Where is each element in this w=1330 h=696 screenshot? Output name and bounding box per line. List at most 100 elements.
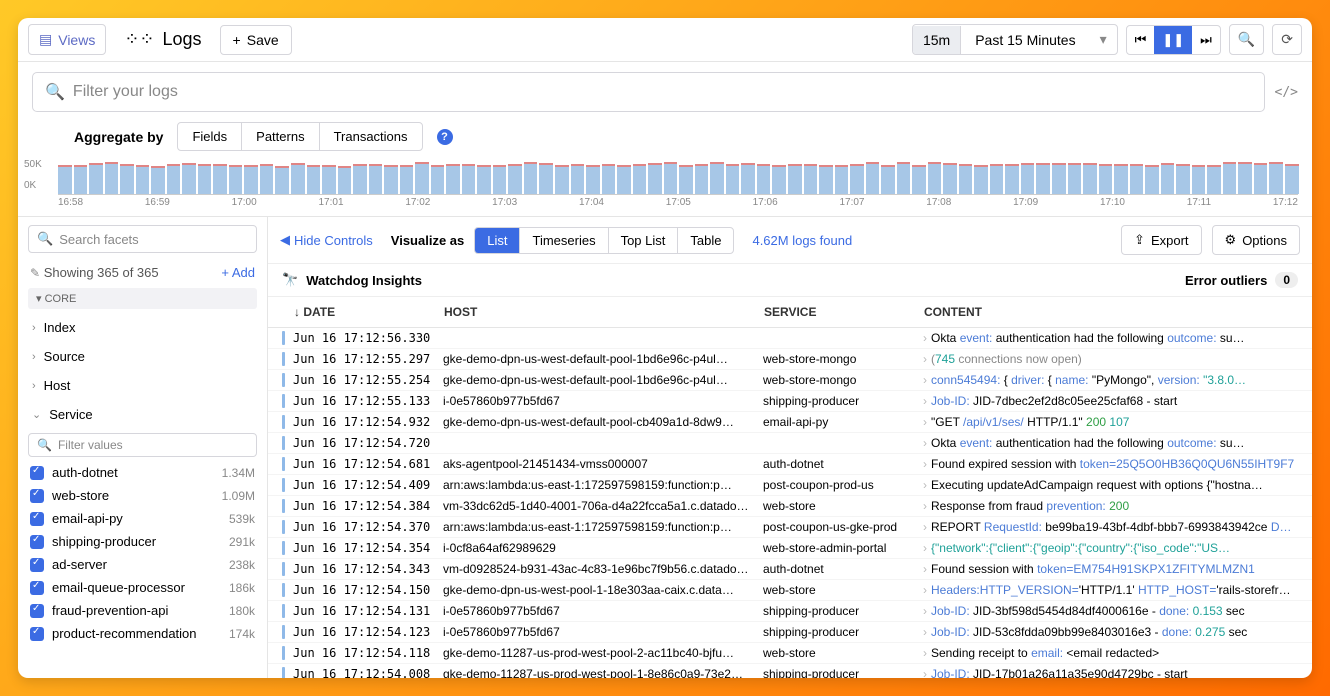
rewind-button[interactable]: ⏮ bbox=[1127, 26, 1155, 54]
time-range-picker[interactable]: 15m Past 15 Minutes ▾ bbox=[912, 24, 1118, 55]
arrow-icon: › bbox=[923, 604, 927, 618]
service-item[interactable]: ad-server238k bbox=[28, 553, 257, 576]
checkbox-icon[interactable] bbox=[30, 512, 44, 526]
log-row[interactable]: Jun 16 17:12:54.008gke-demo-11287-us-pro… bbox=[268, 664, 1312, 678]
viz-toplist[interactable]: Top List bbox=[609, 228, 679, 253]
log-row[interactable]: Jun 16 17:12:54.354i-0cf8a64af62989629we… bbox=[268, 538, 1312, 559]
facet-source[interactable]: › Source bbox=[28, 342, 257, 371]
service-item[interactable]: web-store1.09M bbox=[28, 484, 257, 507]
log-row[interactable]: Jun 16 17:12:56.330›Okta event: authenti… bbox=[268, 328, 1312, 349]
views-button[interactable]: ▤Views bbox=[28, 24, 106, 55]
viz-table[interactable]: Table bbox=[678, 228, 733, 253]
forward-button[interactable]: ⏭ bbox=[1192, 26, 1220, 54]
col-service[interactable]: SERVICE bbox=[764, 305, 924, 319]
col-date-label: DATE bbox=[303, 305, 335, 319]
log-content: ›Okta event: authentication had the foll… bbox=[923, 436, 1298, 450]
log-row[interactable]: Jun 16 17:12:54.409arn:aws:lambda:us-eas… bbox=[268, 475, 1312, 496]
arrow-icon: › bbox=[923, 415, 927, 429]
service-count: 1.34M bbox=[222, 466, 255, 480]
log-row[interactable]: Jun 16 17:12:54.384vm-33dc62d5-1d40-4001… bbox=[268, 496, 1312, 517]
outliers-count: 0 bbox=[1275, 272, 1298, 288]
log-row[interactable]: Jun 16 17:12:54.123i-0e57860b977b5fd67sh… bbox=[268, 622, 1312, 643]
tab-patterns[interactable]: Patterns bbox=[242, 123, 319, 150]
table-header: ↓ DATE HOST SERVICE CONTENT bbox=[268, 297, 1312, 328]
checkbox-icon[interactable] bbox=[30, 604, 44, 618]
facet-index[interactable]: ›Index bbox=[28, 313, 257, 342]
facet-source-label: Source bbox=[44, 349, 85, 364]
log-row[interactable]: Jun 16 17:12:54.720›Okta event: authenti… bbox=[268, 433, 1312, 454]
viz-timeseries[interactable]: Timeseries bbox=[520, 228, 608, 253]
arrow-icon: › bbox=[923, 457, 927, 471]
log-filter-input[interactable]: 🔍 Filter your logs bbox=[32, 72, 1265, 112]
topbar: ▤Views ⁘⁘Logs +Save 15m Past 15 Minutes … bbox=[18, 18, 1312, 62]
log-row[interactable]: Jun 16 17:12:55.133i-0e57860b977b5fd67sh… bbox=[268, 391, 1312, 412]
checkbox-icon[interactable] bbox=[30, 627, 44, 641]
status-indicator bbox=[282, 583, 285, 597]
log-host: aks-agentpool-21451434-vmss000007 bbox=[443, 457, 763, 471]
log-service: shipping-producer bbox=[763, 394, 923, 408]
save-button[interactable]: +Save bbox=[220, 25, 292, 55]
service-item[interactable]: fraud-prevention-api180k bbox=[28, 599, 257, 622]
log-row[interactable]: Jun 16 17:12:54.370arn:aws:lambda:us-eas… bbox=[268, 517, 1312, 538]
chevron-down-icon: ▾ bbox=[1090, 25, 1117, 54]
export-button[interactable]: ⇪ Export bbox=[1121, 225, 1201, 255]
col-host[interactable]: HOST bbox=[444, 305, 764, 319]
filter-values-input[interactable]: 🔍Filter values bbox=[28, 433, 257, 457]
log-date: Jun 16 17:12:54.384 bbox=[293, 499, 443, 513]
service-item[interactable]: product-recommendation174k bbox=[28, 622, 257, 645]
status-indicator bbox=[282, 457, 285, 471]
col-date[interactable]: ↓ DATE bbox=[294, 305, 444, 319]
ylabel-top: 50K bbox=[24, 159, 42, 170]
options-button[interactable]: ⚙ Options bbox=[1212, 225, 1300, 255]
logs-count[interactable]: 4.62M logs found bbox=[752, 233, 852, 248]
facet-showing: ✎ Showing 365 of 365 + Add bbox=[28, 261, 257, 288]
log-row[interactable]: Jun 16 17:12:54.681aks-agentpool-2145143… bbox=[268, 454, 1312, 475]
code-toggle[interactable]: </> bbox=[1275, 85, 1298, 100]
checkbox-icon[interactable] bbox=[30, 581, 44, 595]
log-row[interactable]: Jun 16 17:12:54.131i-0e57860b977b5fd67sh… bbox=[268, 601, 1312, 622]
search-button[interactable]: 🔍 bbox=[1229, 24, 1264, 55]
log-row[interactable]: Jun 16 17:12:55.297gke-demo-dpn-us-west-… bbox=[268, 349, 1312, 370]
arrow-icon: › bbox=[923, 478, 927, 492]
service-item[interactable]: auth-dotnet1.34M bbox=[28, 461, 257, 484]
log-row[interactable]: Jun 16 17:12:54.150gke-demo-dpn-us-west-… bbox=[268, 580, 1312, 601]
tab-transactions[interactable]: Transactions bbox=[320, 123, 422, 150]
error-outliers[interactable]: Error outliers0 bbox=[1185, 272, 1298, 288]
refresh-button[interactable]: ⟳ bbox=[1272, 24, 1302, 55]
log-host: i-0e57860b977b5fd67 bbox=[443, 394, 763, 408]
add-facet-button[interactable]: + Add bbox=[221, 265, 255, 280]
tab-fields[interactable]: Fields bbox=[178, 123, 242, 150]
facet-search-input[interactable]: 🔍Search facets bbox=[28, 225, 257, 253]
hide-controls[interactable]: ◀ Hide Controls bbox=[280, 232, 373, 248]
watchdog-insights[interactable]: 🔭Watchdog Insights Error outliers0 bbox=[268, 264, 1312, 297]
pause-button[interactable]: ❚❚ bbox=[1154, 26, 1192, 54]
status-indicator bbox=[282, 352, 285, 366]
log-row[interactable]: Jun 16 17:12:55.254gke-demo-dpn-us-west-… bbox=[268, 370, 1312, 391]
service-item[interactable]: shipping-producer291k bbox=[28, 530, 257, 553]
col-content[interactable]: CONTENT bbox=[924, 305, 1298, 319]
service-item[interactable]: email-queue-processor186k bbox=[28, 576, 257, 599]
timeline-chart[interactable]: 50K 0K 16:5816:5917:0017:0117:0217:0317:0… bbox=[18, 159, 1312, 216]
core-header[interactable]: ▾ CORE bbox=[28, 288, 257, 309]
log-service: shipping-producer bbox=[763, 667, 923, 678]
log-row[interactable]: Jun 16 17:12:54.118gke-demo-11287-us-pro… bbox=[268, 643, 1312, 664]
log-row[interactable]: Jun 16 17:12:54.343vm-d0928524-b931-43ac… bbox=[268, 559, 1312, 580]
facet-service[interactable]: ⌄Service bbox=[28, 400, 257, 429]
service-item[interactable]: email-api-py539k bbox=[28, 507, 257, 530]
log-service: auth-dotnet bbox=[763, 457, 923, 471]
chart-xlabels: 16:5816:5917:0017:0117:0217:0317:0417:05… bbox=[58, 195, 1298, 214]
help-icon[interactable]: ? bbox=[437, 129, 453, 145]
log-service: web-store-mongo bbox=[763, 373, 923, 387]
ylabel-bottom: 0K bbox=[24, 180, 42, 191]
viz-list[interactable]: List bbox=[475, 228, 520, 253]
checkbox-icon[interactable] bbox=[30, 535, 44, 549]
log-row[interactable]: Jun 16 17:12:54.932gke-demo-dpn-us-west-… bbox=[268, 412, 1312, 433]
log-date: Jun 16 17:12:55.297 bbox=[293, 352, 443, 366]
log-content: ›Executing updateAdCampaign request with… bbox=[923, 478, 1298, 492]
checkbox-icon[interactable] bbox=[30, 466, 44, 480]
search-row: 🔍 Filter your logs </> bbox=[18, 62, 1312, 122]
facet-host[interactable]: ›Host bbox=[28, 371, 257, 400]
checkbox-icon[interactable] bbox=[30, 558, 44, 572]
chevron-right-icon: › bbox=[32, 351, 36, 363]
checkbox-icon[interactable] bbox=[30, 489, 44, 503]
